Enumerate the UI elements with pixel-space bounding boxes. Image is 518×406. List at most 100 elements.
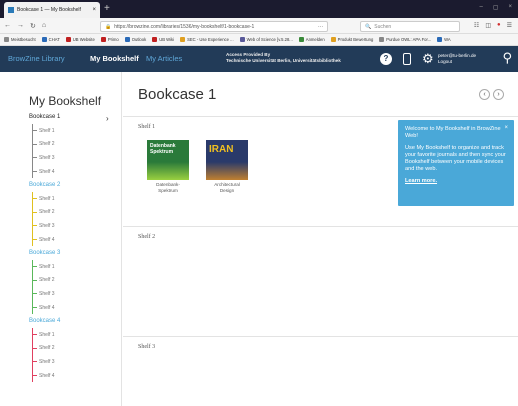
browser-toolbar-icons: ☷ ◫ ● ☰ — [474, 22, 512, 29]
sidebar-shelf-item[interactable]: Shelf 4 — [33, 301, 72, 315]
page-actions-icon[interactable]: ··· — [318, 24, 323, 30]
bookmark-icon — [65, 37, 71, 42]
access-institution: Technische Universität Berlin, Universit… — [226, 58, 341, 63]
journal-cover-text: Datenbank Spektrum — [150, 143, 176, 155]
sidebar-bookcase-1[interactable]: Bookcase 1 — [29, 114, 60, 120]
bookmark-icon — [330, 37, 336, 42]
bookmark-item[interactable]: Produkt Bewertung — [330, 37, 373, 42]
sidebar-shelf-item[interactable]: Shelf 4 — [33, 233, 72, 247]
sidebar-shelf-item[interactable]: Shelf 4 — [33, 369, 72, 383]
bookmark-icon — [239, 37, 245, 42]
logout-link[interactable]: Logout — [438, 59, 476, 65]
nav-my-articles[interactable]: My Articles — [146, 54, 182, 63]
browser-search-input[interactable]: 🔍 Suchen — [360, 21, 460, 32]
sidebar-bookcase-2[interactable]: Bookcase 2 — [29, 182, 60, 188]
bookmark-label: UB Website — [72, 37, 95, 42]
close-window-icon[interactable]: × — [508, 4, 512, 11]
sidebar-shelf-item[interactable]: Shelf 2 — [33, 206, 72, 220]
sidebar-shelf-item[interactable]: Shelf 2 — [33, 342, 72, 356]
sidebar-shelf-item[interactable]: Shelf 1 — [33, 192, 72, 206]
sidebar-shelf-item[interactable]: Shelf 4 — [33, 165, 72, 179]
nav-my-bookshelf[interactable]: My Bookshelf — [90, 54, 139, 63]
sidebar-shelf-list: Shelf 1 Shelf 2 Shelf 3 Shelf 4 — [32, 124, 72, 179]
favicon-icon — [8, 7, 14, 13]
popup-body: Use My Bookshelf to organize and track y… — [405, 145, 506, 172]
sidebar-shelf-item[interactable]: Shelf 1 — [33, 260, 72, 274]
app-logo[interactable]: BrowZine Library — [8, 54, 65, 63]
bookmark-item[interactable]: Web of Science [v.5.28... — [239, 37, 293, 42]
library-icon[interactable]: ☷ — [474, 22, 479, 29]
bookmark-item[interactable]: CHAT — [41, 37, 60, 42]
bookmark-item[interactable]: SEC - Use Experience ... — [180, 37, 234, 42]
search-icon: 🔍 — [365, 23, 372, 30]
sidebar-shelf-item[interactable]: Shelf 3 — [33, 151, 72, 165]
bookmark-icon — [298, 37, 304, 42]
journal-cover[interactable]: IRAN — [206, 140, 248, 180]
bookmark-item[interactable]: Meistbesucht — [4, 37, 36, 42]
bookmark-label: Primo — [107, 37, 119, 42]
sidebar-shelf-item[interactable]: Shelf 3 — [33, 287, 72, 301]
bookmark-item[interactable]: WA — [437, 37, 451, 42]
sidebar-shelf-item[interactable]: Shelf 1 — [33, 328, 72, 342]
journal-title[interactable]: Architectural Design — [202, 182, 252, 193]
shelf-divider — [123, 336, 518, 337]
bookmark-label: SEC - Use Experience ... — [187, 37, 234, 42]
new-tab-button[interactable]: + — [104, 3, 110, 14]
sidebar-bookcase-3[interactable]: Bookcase 3 — [29, 250, 60, 256]
browser-tab[interactable]: Bookcase 1 — My Bookshelf × — [4, 2, 100, 18]
bookmark-icon — [152, 37, 158, 42]
bookmark-item[interactable]: UB Wiki — [152, 37, 174, 42]
shelf-label: Shelf 2 — [138, 234, 156, 240]
bookmark-item[interactable]: Outlook — [124, 37, 146, 42]
user-account[interactable]: peter@tu-berlin.de Logout — [438, 53, 476, 65]
sidebar-shelf-item[interactable]: Shelf 2 — [33, 138, 72, 152]
journal-cover[interactable]: Datenbank Spektrum — [147, 140, 189, 180]
help-icon[interactable]: ? — [380, 53, 392, 65]
sidebar-icon[interactable]: ◫ — [485, 22, 491, 29]
previous-bookcase-button[interactable]: ‹ — [479, 89, 490, 100]
url-bar[interactable]: 🔒 https://browzine.com/libraries/1536/my… — [100, 21, 328, 32]
back-icon[interactable]: ← — [4, 22, 11, 29]
menu-icon[interactable]: ☰ — [507, 22, 512, 29]
learn-more-link[interactable]: Learn more. — [405, 178, 437, 184]
sidebar-shelf-list: Shelf 1 Shelf 2 Shelf 3 Shelf 4 — [32, 328, 72, 383]
gear-icon[interactable]: ⚙ — [422, 51, 434, 67]
lock-icon: 🔒 — [105, 23, 112, 30]
bookmark-item[interactable]: Anmelden — [298, 37, 325, 42]
chevron-right-icon[interactable]: › — [106, 114, 109, 123]
home-icon[interactable]: ⌂ — [42, 22, 46, 29]
close-icon[interactable]: × — [504, 125, 508, 132]
journal-title[interactable]: Datenbank- Spektrum — [143, 182, 193, 193]
sidebar-bookcase-4[interactable]: Bookcase 4 — [29, 318, 60, 324]
bookmark-item[interactable]: Primo — [100, 37, 119, 42]
page-title: Bookcase 1 — [138, 86, 217, 103]
reload-icon[interactable]: ↻ — [30, 22, 36, 30]
sidebar-shelf-item[interactable]: Shelf 3 — [33, 355, 72, 369]
sidebar-shelf-item[interactable]: Shelf 3 — [33, 219, 72, 233]
shelf-divider — [123, 116, 518, 117]
next-bookcase-button[interactable]: › — [493, 89, 504, 100]
url-text: https://browzine.com/libraries/1536/my-b… — [114, 23, 255, 30]
minimize-icon[interactable]: – — [479, 4, 482, 11]
bookmark-icon — [180, 37, 186, 42]
maximize-icon[interactable]: ▢ — [493, 4, 499, 11]
bookmark-item[interactable]: Purdue OWL: APA For... — [379, 37, 431, 42]
browser-tab-bar: Bookcase 1 — My Bookshelf × + – ▢ × — [0, 0, 518, 18]
access-provider: Access Provided By Technische Universitä… — [226, 52, 341, 64]
shelf-label: Shelf 3 — [138, 344, 156, 350]
bookmarks-bar: Meistbesucht CHAT UB Website Primo Outlook UB… — [0, 34, 518, 46]
popup-heading: Welcome to My Bookshelf in BrowZine Web! — [405, 126, 501, 139]
bookmark-icon — [100, 37, 106, 42]
browser-search-placeholder: Suchen — [374, 23, 392, 30]
extension-icon[interactable]: ● — [497, 22, 501, 29]
forward-icon[interactable]: → — [17, 22, 24, 29]
search-icon[interactable]: ⚲ — [502, 50, 512, 66]
mobile-device-icon[interactable] — [403, 53, 411, 65]
close-tab-icon[interactable]: × — [92, 7, 96, 13]
window-controls: – ▢ × — [479, 4, 512, 11]
sidebar-shelf-item[interactable]: Shelf 1 — [33, 124, 72, 138]
bookmark-label: Meistbesucht — [11, 37, 36, 42]
bookmark-item[interactable]: UB Website — [65, 37, 95, 42]
bookmark-label: CHAT — [48, 37, 60, 42]
sidebar-shelf-item[interactable]: Shelf 2 — [33, 274, 72, 288]
